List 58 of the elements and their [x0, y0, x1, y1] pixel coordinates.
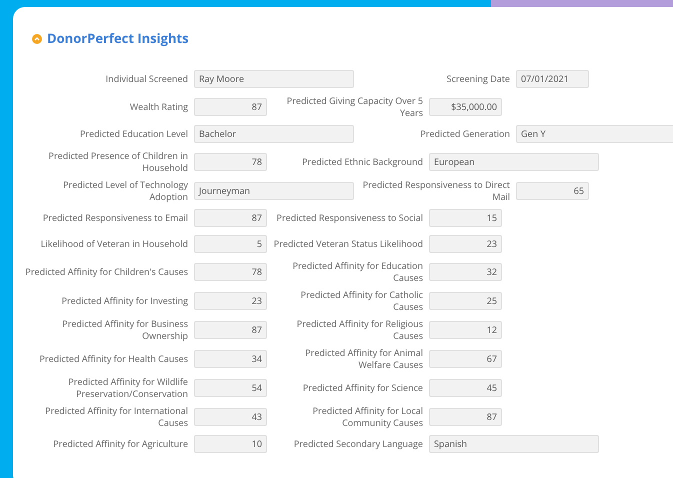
readonly-field[interactable]: 34	[194, 350, 267, 368]
readonly-field[interactable]: 45	[429, 378, 502, 396]
field-label: Predicted Presence of Children in Household	[48, 150, 188, 174]
readonly-field[interactable]: Spanish	[429, 435, 599, 453]
field-label: Predicted Affinity for Religious Causes	[296, 318, 423, 342]
readonly-field[interactable]: 54	[194, 378, 267, 396]
readonly-field[interactable]: 32	[429, 262, 502, 280]
readonly-field[interactable]: 10	[194, 435, 267, 453]
field-label: Predicted Education Level	[78, 128, 188, 140]
readonly-field[interactable]: 87	[194, 209, 267, 227]
readonly-field[interactable]: Gen Y	[516, 125, 673, 143]
readonly-field[interactable]: 5	[194, 235, 267, 253]
readonly-field[interactable]: 25	[429, 292, 502, 310]
field-label: Predicted Generation	[419, 128, 510, 140]
readonly-field[interactable]: 67	[429, 350, 502, 368]
field-label: Predicted Level of Technology Adoption	[62, 178, 188, 202]
readonly-field[interactable]: 23	[429, 235, 502, 253]
collapse-toggle-icon[interactable]	[32, 34, 42, 44]
field-label: Predicted Affinity for Science	[302, 382, 423, 394]
field-label: Predicted Affinity for Local Community Causes	[312, 404, 423, 428]
field-label: Predicted Affinity for Health Causes	[38, 352, 188, 364]
readonly-field[interactable]: 78	[194, 152, 267, 170]
field-label: Wealth Rating	[128, 100, 188, 112]
field-label: Predicted Responsiveness to Direct Mail	[362, 178, 510, 202]
readonly-field[interactable]: 65	[516, 182, 589, 200]
readonly-field[interactable]: 87	[429, 408, 502, 426]
field-label: Predicted Veteran Status Likelihood	[272, 238, 423, 250]
field-label: Screening Date	[446, 73, 510, 85]
field-label: Predicted Responsiveness to Email	[42, 212, 188, 224]
readonly-field[interactable]: Ray Moore	[194, 70, 354, 88]
readonly-field[interactable]: $35,000.00	[429, 98, 502, 116]
field-label: Predicted Affinity for Wildlife Preservation/Conservation	[67, 376, 188, 400]
readonly-field[interactable]: 87	[194, 320, 267, 338]
field-label: Predicted Affinity for Education Causes	[292, 260, 423, 284]
field-label: Likelihood of Veteran in Household	[40, 238, 188, 250]
readonly-field[interactable]: Bachelor	[194, 125, 354, 143]
readonly-field[interactable]: 43	[194, 408, 267, 426]
readonly-field[interactable]: European	[429, 152, 599, 170]
field-label: Predicted Responsiveness to Social	[276, 212, 423, 224]
field-label: Predicted Affinity for International Causes	[44, 404, 188, 428]
field-label: Predicted Giving Capacity Over 5 Years	[286, 94, 423, 118]
field-label: Predicted Affinity for Catholic Causes	[300, 288, 423, 312]
field-label: Predicted Affinity for Animal Welfare Causes	[304, 346, 423, 370]
readonly-field[interactable]: 78	[194, 262, 267, 280]
field-label: Predicted Affinity for Investing	[60, 294, 188, 306]
field-label: Predicted Ethnic Background	[301, 156, 423, 168]
field-label: Individual Screened	[104, 73, 188, 85]
field-label: Predicted Affinity for Business Ownership	[61, 318, 188, 342]
readonly-field[interactable]: 87	[194, 98, 267, 116]
field-label: Predicted Secondary Language	[292, 438, 423, 450]
readonly-field[interactable]: 15	[429, 209, 502, 227]
readonly-field[interactable]: 23	[194, 292, 267, 310]
section-title: DonorPerfect Insights	[47, 29, 189, 48]
readonly-field[interactable]: 12	[429, 320, 502, 338]
field-label: Predicted Affinity for Children's Causes	[25, 266, 188, 278]
readonly-field[interactable]: Journeyman	[194, 182, 354, 200]
readonly-field[interactable]: 07/01/2021	[516, 70, 589, 88]
field-label: Predicted Affinity for Agriculture	[52, 438, 188, 450]
